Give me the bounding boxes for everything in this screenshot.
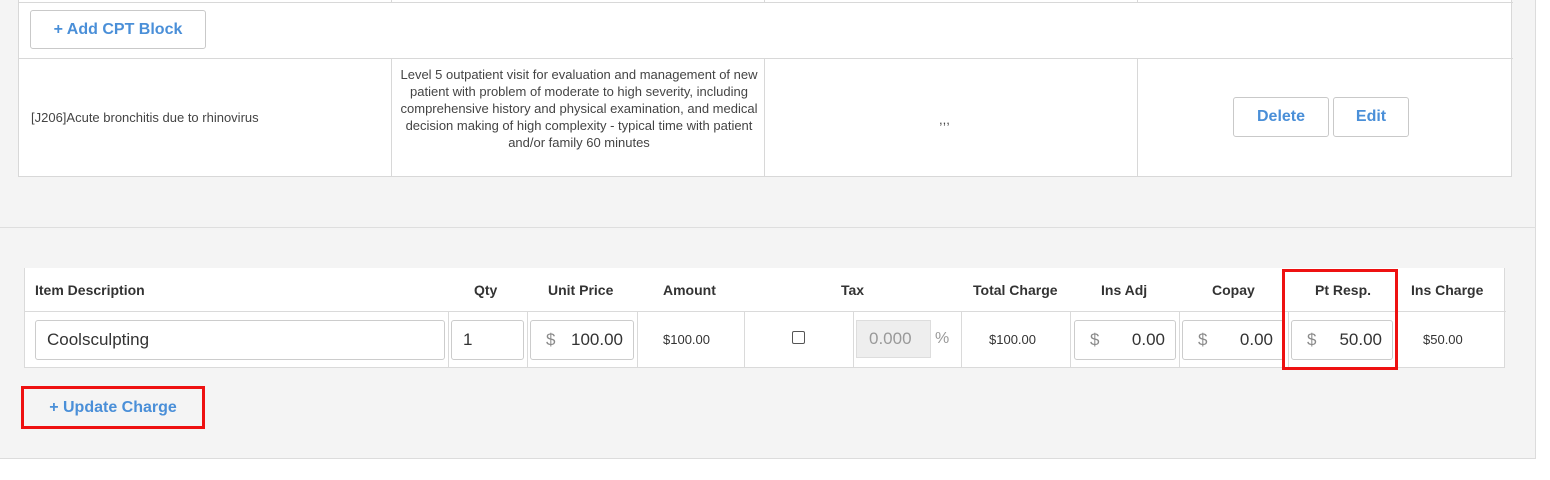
- delete-button[interactable]: Delete: [1233, 97, 1329, 137]
- total-charge-value: $100.00: [989, 332, 1036, 347]
- header-unit-price: Unit Price: [548, 281, 614, 298]
- cpt-col-line: [1137, 58, 1138, 177]
- update-charge-highlight: [21, 386, 205, 429]
- cell-separator: [1070, 311, 1071, 368]
- ins-adj-field[interactable]: $ 0.00: [1074, 320, 1176, 360]
- copay-field[interactable]: $ 0.00: [1182, 320, 1284, 360]
- edit-button[interactable]: Edit: [1333, 97, 1409, 137]
- header-copay: Copay: [1212, 281, 1255, 298]
- header-total-charge: Total Charge: [973, 281, 1058, 298]
- cell-separator: [527, 311, 528, 368]
- pt-resp-highlight: [1282, 269, 1398, 370]
- cpt-row-line: [19, 58, 1513, 59]
- cell-separator: [853, 311, 854, 368]
- cpt-table: + Add CPT Block [J206]Acute bronchitis d…: [18, 0, 1513, 177]
- header-qty: Qty: [474, 281, 498, 298]
- header-tax: Tax: [841, 281, 865, 298]
- section-divider: [0, 227, 1536, 228]
- tax-checkbox[interactable]: [792, 331, 805, 344]
- cell-separator: [448, 311, 449, 368]
- cell-separator: [1179, 311, 1180, 368]
- cell-separator: [744, 311, 745, 368]
- amount-value: $100.00: [663, 332, 710, 347]
- cpt-description: Level 5 outpatient visit for evaluation …: [400, 67, 758, 150]
- header-amount: Amount: [663, 281, 716, 298]
- ins-charge-value: $50.00: [1423, 332, 1463, 347]
- header-ins-charge: Ins Charge: [1411, 281, 1484, 298]
- copay-value: 0.00: [1239, 330, 1273, 349]
- header-item-description: Item Description: [35, 281, 145, 298]
- currency-symbol: $: [1198, 330, 1208, 349]
- add-cpt-block-button[interactable]: + Add CPT Block: [30, 10, 206, 49]
- tax-rate-input[interactable]: 0.000: [856, 320, 931, 358]
- cpt-row-line: [19, 2, 1513, 3]
- item-description-input[interactable]: Coolsculpting: [35, 320, 445, 360]
- cell-separator: [637, 311, 638, 368]
- cell-separator: [961, 311, 962, 368]
- qty-input[interactable]: 1: [451, 320, 524, 360]
- unit-price-field[interactable]: $ 100.00: [530, 320, 634, 360]
- header-ins-adj: Ins Adj: [1101, 281, 1148, 298]
- unit-price-value: 100.00: [571, 330, 623, 349]
- tax-percent-label: %: [935, 330, 950, 347]
- currency-symbol: $: [546, 330, 556, 349]
- cpt-modifiers: ,,,: [939, 112, 950, 127]
- diagnosis-text: [J206]Acute bronchitis due to rhinovirus: [31, 110, 259, 125]
- cpt-col-line: [391, 58, 392, 177]
- currency-symbol: $: [1090, 330, 1100, 349]
- ins-adj-value: 0.00: [1131, 330, 1165, 349]
